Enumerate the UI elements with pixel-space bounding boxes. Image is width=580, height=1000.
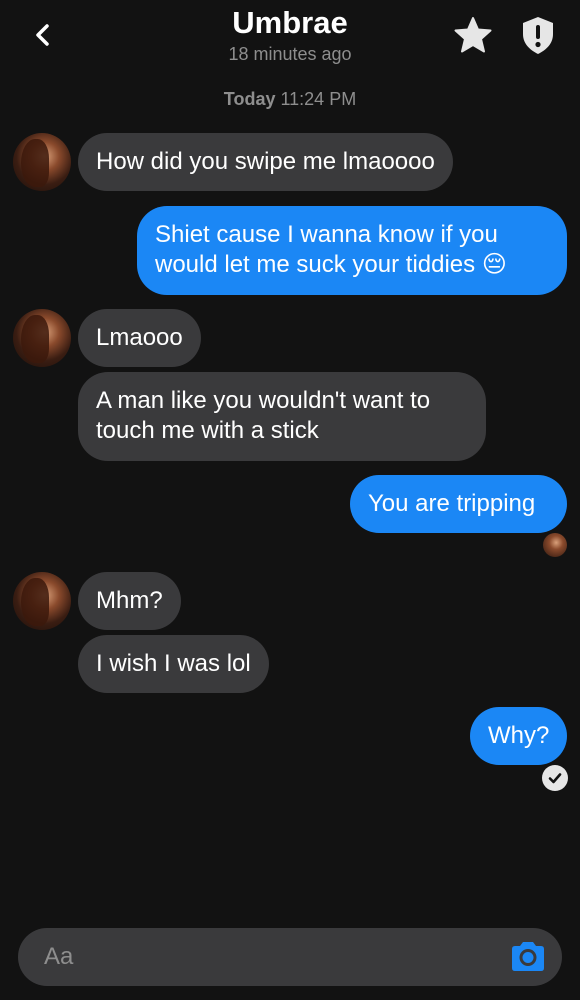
message-text: I wish I was lol bbox=[96, 650, 251, 677]
outgoing-message[interactable]: Why? bbox=[470, 707, 567, 765]
message-text-line: would let me suck your tiddies bbox=[155, 251, 476, 278]
incoming-message[interactable]: How did you swipe me lmaoooo bbox=[78, 133, 453, 191]
message-text-line: touch me with a stick bbox=[96, 417, 319, 444]
shield-alert-icon bbox=[523, 17, 553, 54]
message-text-line: Shiet cause I wanna know if you bbox=[155, 221, 498, 248]
star-icon bbox=[454, 17, 492, 53]
seen-avatar bbox=[543, 533, 567, 557]
safety-button[interactable] bbox=[518, 14, 558, 56]
timestamp-day: Today bbox=[223, 89, 276, 109]
favorite-button[interactable] bbox=[452, 14, 494, 56]
read-receipt bbox=[542, 765, 568, 791]
check-icon bbox=[548, 773, 562, 784]
message-text: Why? bbox=[488, 722, 550, 749]
chat-header: Umbrae 18 minutes ago bbox=[0, 0, 580, 80]
conversation-timestamp: Today 11:24 PM bbox=[0, 89, 580, 110]
pensive-face-emoji: 😔 bbox=[481, 251, 507, 278]
message-text: Lmaooo bbox=[96, 324, 183, 351]
contact-avatar[interactable] bbox=[13, 572, 71, 630]
camera-icon bbox=[512, 942, 544, 971]
timestamp-time: 11:24 PM bbox=[280, 89, 357, 109]
incoming-message[interactable]: A man like you wouldn't want to touch me… bbox=[78, 372, 486, 461]
outgoing-message[interactable]: You are tripping bbox=[350, 475, 567, 533]
incoming-message[interactable]: I wish I was lol bbox=[78, 635, 269, 693]
incoming-message[interactable]: Mhm? bbox=[78, 572, 181, 630]
message-text: Mhm? bbox=[96, 587, 163, 614]
camera-button[interactable] bbox=[508, 938, 548, 976]
message-text-line: A man like you wouldn't want to bbox=[96, 387, 431, 414]
contact-avatar[interactable] bbox=[13, 133, 71, 191]
message-input[interactable]: Aa bbox=[18, 928, 562, 986]
message-text: You are tripping bbox=[368, 490, 536, 517]
incoming-message[interactable]: Lmaooo bbox=[78, 309, 201, 367]
message-input-placeholder: Aa bbox=[44, 943, 74, 970]
message-text: How did you swipe me lmaoooo bbox=[96, 148, 435, 175]
outgoing-message[interactable]: Shiet cause I wanna know if you would le… bbox=[137, 206, 567, 295]
contact-avatar[interactable] bbox=[13, 309, 71, 367]
